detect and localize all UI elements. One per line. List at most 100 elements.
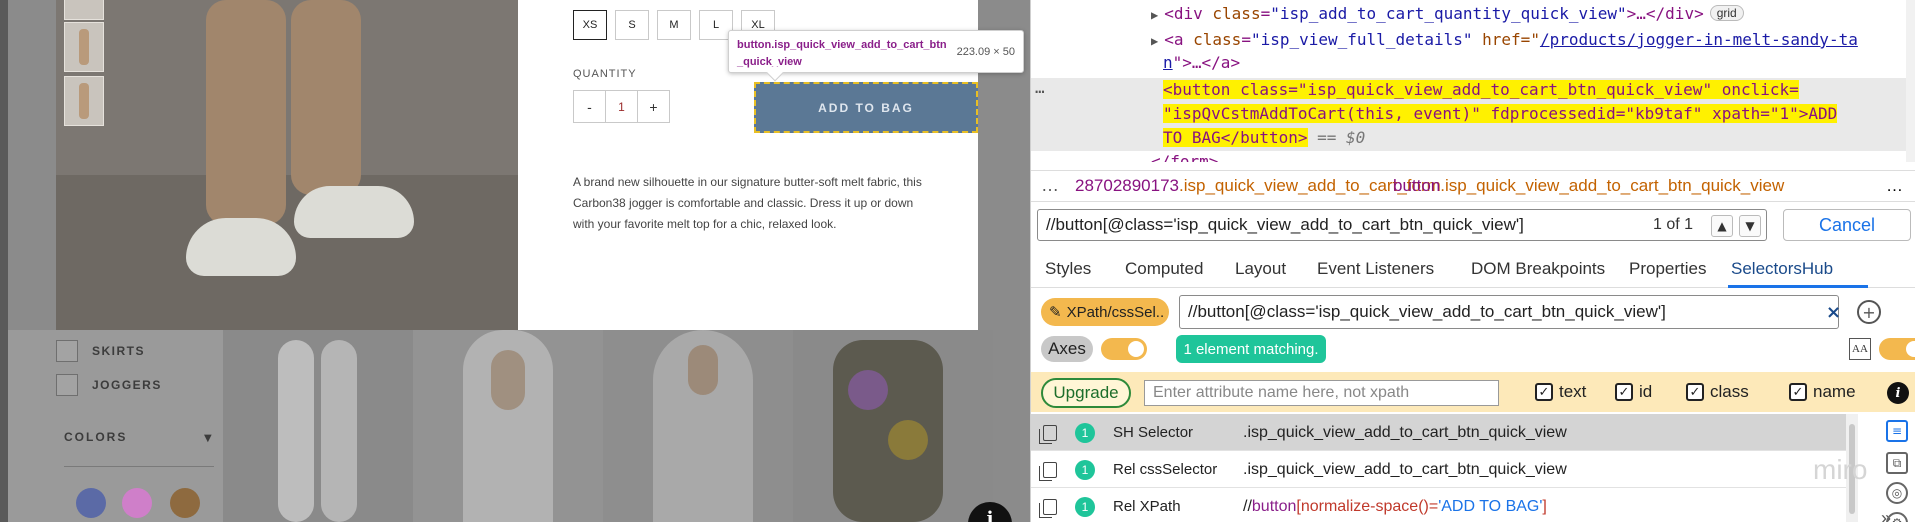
tab-computed[interactable]: Computed [1125,259,1203,279]
inspect-tooltip: button.isp_quick_view_add_to_cart_btn_qu… [728,30,1024,82]
filter-label: SKIRTS [92,344,146,358]
dom-tree: ▶ <div class="isp_add_to_cart_quantity_qu… [1031,0,1915,162]
info-icon[interactable]: i [1887,382,1909,404]
selectorshub-header: ✎ XPath/cssSel.. //button[@class='isp_qu… [1031,292,1915,363]
copy-icon[interactable] [1039,425,1057,444]
clear-icon[interactable]: × [1826,302,1841,323]
grid-badge[interactable]: grid [1709,5,1744,21]
checkbox-name[interactable]: ✓ name [1789,382,1856,402]
tooltip-selector: button.isp_quick_view_add_to_cart_btn_qu… [737,39,947,68]
axes-button[interactable]: Axes [1041,336,1093,362]
product-photo[interactable] [413,330,603,522]
dom-node-view-details[interactable]: ▶ <a class="isp_view_full_details" href="… [1151,30,1858,49]
result-row-rel-css[interactable]: 1 Rel cssSelector .isp_quick_view_add_to… [1031,451,1846,488]
size-option-m[interactable]: M [657,10,691,40]
product-photo-grid [223,330,993,522]
expand-triangle-icon[interactable]: ▶ [1151,34,1158,48]
case-toggle[interactable] [1879,338,1915,360]
breadcrumb-more[interactable]: … [1886,176,1903,196]
qty-minus-button[interactable]: - [573,90,606,123]
tab-selectorshub[interactable]: SelectorsHub [1731,259,1833,279]
result-row-sh-selector[interactable]: 1 SH Selector .isp_quick_view_add_to_car… [1031,414,1846,451]
attribute-name-input[interactable]: Enter attribute name here, not xpath [1144,380,1499,406]
filter-checkbox[interactable] [56,374,78,396]
qty-plus-button[interactable]: + [637,90,670,123]
copy-icon[interactable] [1039,462,1057,481]
dom-node-quantity[interactable]: ▶ <div class="isp_add_to_cart_quantity_qu… [1151,4,1744,23]
axes-toggle[interactable] [1101,338,1147,360]
more-dots-icon[interactable]: … [1035,78,1045,97]
thumbnail[interactable] [64,76,104,126]
search-prev-icon[interactable]: ▲ [1711,215,1733,237]
filter-joggers[interactable]: JOGGERS [56,374,162,396]
tab-event-listeners[interactable]: Event Listeners [1317,259,1434,279]
case-sensitivity-icon[interactable]: A͏A [1849,338,1871,360]
attribute-filter-bar: Upgrade Enter attribute name here, not x… [1031,372,1915,412]
href-link[interactable]: /products/jogger-in-melt-sandy-ta [1540,30,1858,49]
color-swatch[interactable] [122,488,152,518]
product-model [291,0,361,195]
thumbnail[interactable] [64,0,104,20]
checkbox-text[interactable]: ✓ text [1535,382,1586,402]
color-swatch[interactable] [170,488,200,518]
sneaker [186,218,296,276]
sneaker [294,186,414,238]
selector-input[interactable]: //button[@class='isp_quick_view_add_to_c… [1179,295,1839,329]
selector-mode-button[interactable]: ✎ XPath/cssSel.. [1041,298,1169,326]
caret-down-icon[interactable]: ▼ [204,433,212,444]
match-count-badge: 1 [1075,423,1095,443]
cancel-button[interactable]: Cancel [1783,209,1911,241]
expand-triangle-icon[interactable]: ▶ [1151,8,1158,22]
page-edge [0,0,8,522]
filter-label: JOGGERS [92,378,162,392]
sidebar-tabs: Styles Computed Layout Event Listeners D… [1031,250,1915,522]
filter-checkbox[interactable] [56,340,78,362]
tab-properties[interactable]: Properties [1629,259,1706,279]
dom-selected-line: TO BAG</button> == $0 [1163,128,1366,147]
webpage-viewport: SKIRTS JOGGERS COLORS ▼ XS S M L XL QUAN… [0,0,1030,522]
filter-skirts[interactable]: SKIRTS [56,340,145,362]
product-photo[interactable] [793,330,993,522]
breadcrumb-item-button[interactable]: button.isp_quick_view_add_to_cart_btn_qu… [1393,176,1784,196]
breadcrumb-overflow[interactable]: … [1041,175,1059,196]
result-label: Rel cssSelector [1113,461,1218,478]
target-icon[interactable]: ◎ [1886,482,1908,504]
size-option-xs[interactable]: XS [573,10,607,40]
element-match-badge: 1 element matching. [1176,335,1326,363]
checkbox-class[interactable]: ✓ class [1686,382,1749,402]
tab-styles[interactable]: Styles [1045,259,1091,279]
side-toolbar: ≡ ⧉ ◎ ⚙ [1877,414,1915,522]
size-option-s[interactable]: S [615,10,649,40]
match-count-badge: 1 [1075,460,1095,480]
product-photo[interactable] [603,330,793,522]
search-match-count: 1 of 1 [1653,216,1694,233]
copy-all-icon[interactable]: ⧉ [1886,452,1908,474]
result-label: SH Selector [1113,424,1194,441]
settings-icon[interactable]: ⚙ [1886,512,1908,522]
thumbnail[interactable] [64,22,104,72]
dom-node-form-close: </form> [1151,152,1219,162]
copy-icon[interactable] [1039,499,1057,518]
dom-node-view-details-cont: n">…</a> [1163,53,1241,72]
product-model [206,0,286,225]
colors-heading[interactable]: COLORS [64,430,127,444]
upgrade-button[interactable]: Upgrade [1041,378,1131,408]
product-photo[interactable] [223,330,413,522]
result-value[interactable]: .isp_quick_view_add_to_cart_btn_quick_vi… [1243,461,1567,479]
divider [64,466,214,467]
search-next-icon[interactable]: ▼ [1739,215,1761,237]
qty-value-input[interactable]: 1 [605,90,638,123]
dom-scrollbar[interactable] [1906,0,1915,162]
result-value[interactable]: .isp_quick_view_add_to_cart_btn_quick_vi… [1243,424,1567,442]
result-row-rel-xpath[interactable]: 1 Rel XPath //button[normalize-space()='… [1031,488,1846,522]
result-value[interactable]: //button[normalize-space()='ADD TO BAG'] [1243,498,1547,516]
tab-layout[interactable]: Layout [1235,259,1286,279]
quick-view-image [56,0,518,330]
breadcrumb-item-form[interactable]: 28702890173.isp_quick_view_add_to_cart_f… [1075,176,1441,196]
checkbox-id[interactable]: ✓ id [1615,382,1652,402]
settings-sliders-icon[interactable]: ≡ [1886,420,1908,442]
add-icon[interactable]: + [1857,300,1881,324]
add-to-bag-button[interactable]: ADD TO BAG [754,82,978,133]
tab-dom-breakpoints[interactable]: DOM Breakpoints [1471,259,1605,279]
color-swatch[interactable] [76,488,106,518]
